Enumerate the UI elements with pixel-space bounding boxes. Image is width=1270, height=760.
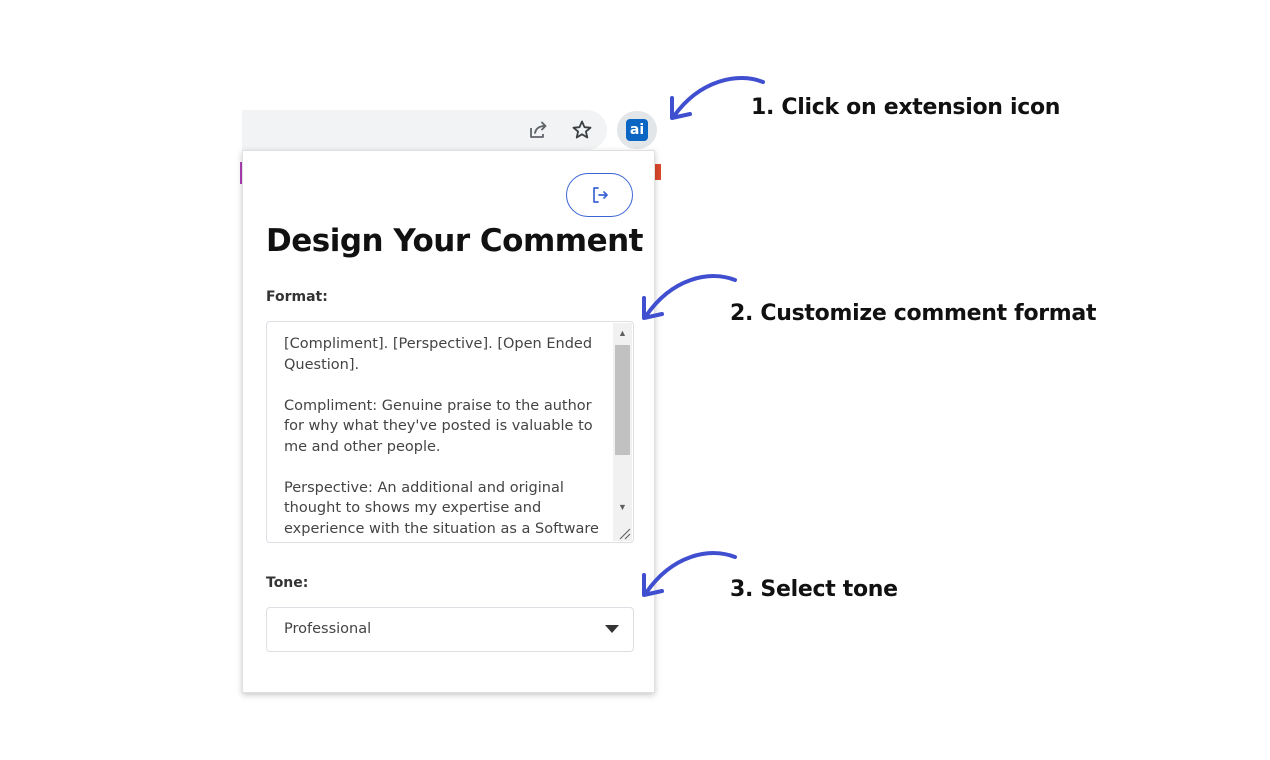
- chevron-down-icon: [605, 625, 619, 633]
- scroll-down-icon[interactable]: ▼: [613, 499, 632, 515]
- tone-value: Professional: [284, 621, 372, 637]
- extension-icon: ai: [626, 119, 648, 141]
- logout-icon: [592, 187, 608, 203]
- arrow-icon: [642, 551, 737, 597]
- extension-popup: Design Your Comment Format: [Compliment]…: [242, 150, 655, 693]
- logout-button[interactable]: [566, 173, 633, 217]
- page-content-edge: [655, 164, 661, 180]
- scrollbar[interactable]: ▲ ▼: [613, 323, 632, 541]
- tone-label: Tone:: [266, 575, 309, 591]
- extension-button[interactable]: ai: [617, 111, 657, 149]
- tone-select[interactable]: Professional: [266, 607, 634, 652]
- share-icon[interactable]: [523, 110, 553, 150]
- annotation-step-3: 3. Select tone: [730, 577, 898, 602]
- annotation-step-2: 2. Customize comment format: [730, 301, 1097, 326]
- scroll-thumb[interactable]: [615, 345, 630, 455]
- annotation-step-1: 1. Click on extension icon: [751, 95, 1061, 120]
- resize-grip-icon[interactable]: [617, 526, 631, 540]
- arrow-icon: [642, 274, 737, 320]
- scroll-up-icon[interactable]: ▲: [613, 325, 632, 341]
- format-textarea[interactable]: [Compliment]. [Perspective]. [Open Ended…: [266, 321, 634, 543]
- page-title: Design Your Comment: [266, 223, 644, 259]
- browser-toolbar: [242, 110, 607, 150]
- format-label: Format:: [266, 289, 328, 305]
- format-text: [Compliment]. [Perspective]. [Open Ended…: [284, 336, 599, 537]
- star-icon[interactable]: [567, 110, 597, 150]
